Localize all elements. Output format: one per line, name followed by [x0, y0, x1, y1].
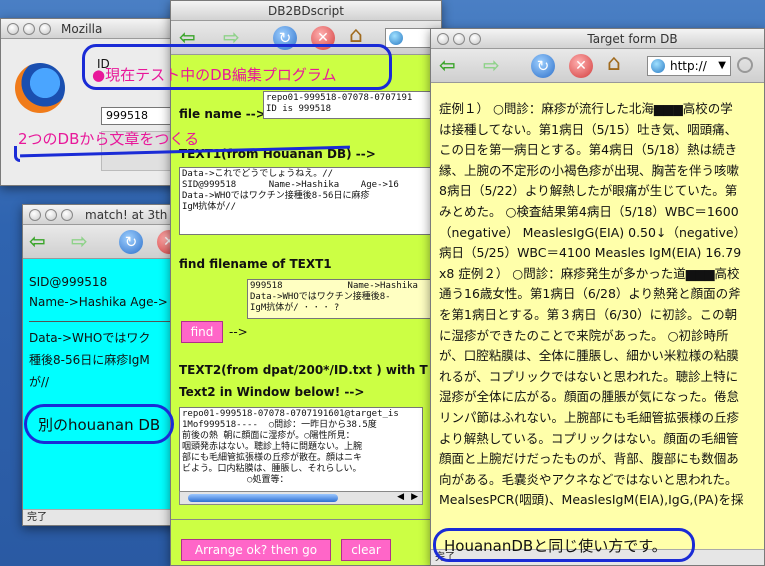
window-title: DB2BDscript	[267, 4, 345, 18]
file-name-field[interactable]: repo01-999518-07078-0707191 ID is 999518	[263, 91, 441, 119]
divider	[29, 321, 191, 322]
scrollbar-thumb[interactable]	[188, 494, 338, 502]
text-line: 通う16歳女性。第1病日（6/28）より熱発と顔面の斧	[439, 286, 741, 302]
text-line: れるが、コプリックではないと思われた。聴診上特に	[439, 368, 739, 384]
globe-icon	[651, 59, 665, 73]
id-input[interactable]: 999518	[101, 107, 181, 125]
arrow-label: -->	[229, 325, 248, 339]
db2b-titlebar: DB2BDscript	[171, 1, 441, 21]
mozilla-titlebar: Mozilla	[1, 19, 189, 39]
minimize-icon[interactable]	[23, 23, 35, 35]
text-line: みとめた。 ○検査結果第4病日（5/18）WBC＝1600	[439, 204, 739, 219]
text-line: リンパ節はふれない。上腕部にも毛細管拡張様の丘疹	[439, 410, 740, 425]
find-label: find filename of TEXT1	[179, 257, 332, 271]
divider	[171, 519, 441, 520]
text-line: を第1病日とする。第３病日（6/30）に初診。この朝	[439, 307, 738, 322]
text-line: 縁、上腕の不定形の小褐色疹が出現、胸苦を伴う咳嗽	[439, 162, 740, 178]
minimize-icon[interactable]	[453, 33, 465, 45]
search-icon[interactable]	[737, 57, 753, 73]
text-line: この日を第一病日とする。第4病日（5/18）熱は続き	[439, 142, 738, 158]
find-button[interactable]: find	[181, 321, 223, 343]
window-title: Target form DB	[587, 32, 678, 46]
sid-line: SID@999518	[29, 275, 108, 289]
text-line: x8 症例２） ○問診：麻疹発生が多かった道▆▆▆高校	[439, 265, 740, 281]
arrange-button[interactable]: Arrange ok? then go	[181, 539, 331, 561]
text-line: 顔面と上腕だけだったものが、背部、腹部にも数個あ	[439, 451, 739, 467]
scroll-left-icon[interactable]: ◀	[397, 492, 404, 502]
reload-icon[interactable]: ↻	[119, 230, 143, 254]
chevron-down-icon[interactable]: ▼	[718, 57, 726, 75]
match-window: match! at 3th ⇦ ⇨ ↻ ✕ SID@999518 Name->H…	[22, 204, 192, 526]
data-line-3: が//	[29, 375, 50, 389]
text1-field[interactable]: Data->これでどうでしょうねえ。// SID@999518 Name->Ha…	[179, 167, 441, 235]
reload-icon[interactable]: ↻	[531, 54, 555, 78]
close-icon[interactable]	[29, 209, 41, 221]
data-line-2: 種後8‐56日に麻疹IgM	[29, 353, 150, 367]
home-icon[interactable]: ⌂	[607, 53, 621, 75]
text2-field[interactable]: repo01-999518-07078-0707191601@target_is…	[179, 407, 423, 499]
text-line: 病日（5/25）WBC＝4100 Measles IgM(EIA) 16.79	[439, 245, 742, 261]
annotation-mid-text: 別のhouanan DB	[38, 416, 161, 434]
text-line: 8病日（5/22）より解熱したが眼痛が生じていた。第	[439, 183, 738, 199]
zoom-icon[interactable]	[61, 209, 73, 221]
zoom-icon[interactable]	[39, 23, 51, 35]
text-line: 症例１） ○問診：麻疹が流行した北海▆▆▆高校の学	[439, 101, 733, 116]
forward-arrow-icon[interactable]: ⇨	[483, 55, 500, 75]
text-line: は接種してない。第1病日（5/15）吐き気、咽頭痛、	[439, 121, 738, 137]
target-window: Target form DB ⇦ ⇨ ↻ ✕ ⌂ http:// ▼ 症例１） …	[430, 28, 765, 566]
text-line: より解熱している。コプリックはない。顔面の毛細管	[439, 430, 739, 446]
text2-label-2: Text2 in Window below! -->	[179, 385, 365, 399]
find-result-field[interactable]: 999518 Name->Hashika Data->WHOではワクチン接種後8…	[247, 279, 441, 319]
match-titlebar: match! at 3th	[23, 205, 191, 225]
file-name-label: file name -->	[179, 107, 266, 121]
url-text: http://	[670, 59, 707, 73]
data-line: Data->WHOではワク	[29, 331, 151, 345]
status-bar: 完了	[23, 509, 191, 525]
text-line: 湿疹が全体に広がる。顔面の腫脹が気になった。倦怠	[439, 389, 740, 405]
text2-label: TEXT2(from dpat/200*/ID.txt ) with T	[179, 363, 428, 377]
name-line: Name->Hashika Age->	[29, 295, 168, 309]
text-line: （negative） MeaslesIgG(EIA) 0.50↓（negativ…	[439, 224, 747, 240]
back-arrow-icon[interactable]: ⇦	[439, 55, 456, 75]
forward-arrow-icon[interactable]: ⇨	[71, 231, 88, 251]
firefox-logo-icon	[15, 63, 65, 113]
text-line: が、口腔粘膜は、全体に腫脹し、細かい米粒様の粘膜	[439, 348, 739, 364]
annotation-left-text: 2つのDBから文章をつくる	[18, 130, 200, 148]
text-line: MealsesPCR(咽頭)、MeaslesIgM(EIA),IgG,(PA)を…	[439, 492, 744, 508]
globe-icon	[389, 31, 403, 45]
url-bar[interactable]: http:// ▼	[647, 56, 731, 76]
back-arrow-icon[interactable]: ⇦	[29, 231, 46, 251]
text-line: 向がある。毛嚢炎やアクネなどではないと思われた。	[439, 471, 738, 487]
annotation-bottom-text: HouananDBと同じ使い方です。	[444, 537, 667, 555]
clear-button[interactable]: clear	[341, 539, 391, 561]
target-toolbar: ⇦ ⇨ ↻ ✕ ⌂ http:// ▼	[431, 49, 764, 83]
text-line: に湿疹ができたのことで来院があった。 ○初診時所	[439, 327, 729, 343]
target-titlebar: Target form DB	[431, 29, 764, 49]
annotation-top-text: ●現在テスト中のDB編集プログラム	[92, 66, 337, 84]
stop-icon[interactable]: ✕	[569, 54, 593, 78]
scroll-right-icon[interactable]: ▶	[411, 492, 418, 502]
close-icon[interactable]	[437, 33, 449, 45]
text2-scrollbar[interactable]: ◀ ▶	[179, 491, 423, 505]
close-icon[interactable]	[7, 23, 19, 35]
zoom-icon[interactable]	[469, 33, 481, 45]
match-toolbar: ⇦ ⇨ ↻ ✕	[23, 225, 191, 259]
minimize-icon[interactable]	[45, 209, 57, 221]
